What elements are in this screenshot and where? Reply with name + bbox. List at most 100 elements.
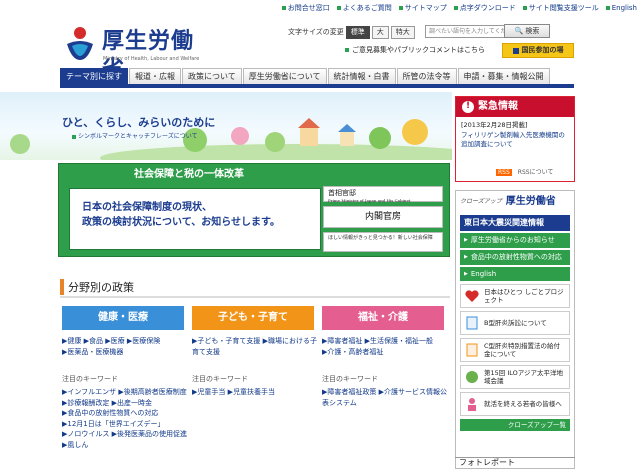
banner-youth[interactable]: 就活を終える若者の皆様へ (460, 392, 570, 417)
font-size-xlarge[interactable]: 特大 (390, 26, 415, 39)
banner-body-line1: 日本の社会保障制度の現状、 (82, 202, 212, 213)
kw-noro[interactable]: ノロウイルス (67, 430, 109, 438)
tab-stats[interactable]: 統計情報・白書 (327, 68, 396, 84)
search-icon: 🔍 (514, 26, 524, 35)
rss-icon[interactable]: RSS (496, 168, 512, 176)
emergency-header: ! 緊急情報 (456, 97, 574, 117)
kantei-link[interactable]: 首相官邸 Prime Minister of Japan and His Cab… (323, 186, 443, 203)
kw-radiation[interactable]: 食品中の放射性物質への対応 (67, 409, 158, 417)
tab-laws[interactable]: 所管の法令等 (396, 68, 457, 84)
closeup-panel: クローズアップ 厚生労働省 東日本大震災関連情報 厚生労働省からのお知らせ 食品… (455, 190, 575, 469)
font-size-label: 文字サイズの変更 (288, 28, 344, 36)
emergency-item[interactable]: フィリリゲン製剤輸入先医療機関の追加調査について (461, 131, 569, 149)
banner-hepc[interactable]: C型肝炎特別措置法の給付金について (460, 338, 570, 363)
tab-about[interactable]: 厚生労働省について (242, 68, 327, 84)
closeup-tag: クローズアップ (460, 198, 502, 206)
shakai-hosho-link[interactable]: ほしい情報がきっと見つかる！新しい社会保障 (323, 232, 443, 252)
hero-slogan: ひと、くらし、みらいのために (62, 116, 216, 129)
top-link-contact[interactable]: お問合せ窓口 (282, 2, 330, 14)
alert-icon: ! (462, 101, 474, 113)
closeup-button-notice[interactable]: 厚生労働省からのお知らせ (460, 233, 570, 248)
banner-hepc-text: C型肝炎特別措置法の給付金について (484, 342, 561, 359)
banner-ilo[interactable]: 第15回 ILOアジア太平洋地域会議 (460, 365, 570, 390)
closeup-title: 厚生労働省 (505, 195, 556, 207)
kw-fee[interactable]: 診療報酬改定 (67, 399, 109, 407)
link-medical[interactable]: 医療 (111, 337, 125, 345)
kw-child-support-allowance[interactable]: 児童扶養手当 (233, 388, 275, 396)
link-child-support[interactable]: 子ども・子育て支援 (197, 337, 260, 345)
opinion-link[interactable]: ご意見募集やパブリックコメントはこちら (345, 46, 485, 55)
kw-label-children: 注目のキーワード (192, 375, 248, 383)
banner-inner[interactable]: 日本の社会保障制度の現状、 政策の検討状況について、お知らせします。 (69, 188, 321, 250)
reform-banner[interactable]: 社会保障と税の一体改革 日本の社会保障制度の現状、 政策の検討状況について、お知… (58, 163, 450, 257)
site-logo[interactable]: 厚生労働省 Ministry of Health, Labour and Wel… (60, 22, 210, 82)
kw-birth[interactable]: 出産一時金 (117, 399, 152, 407)
link-insurance[interactable]: 医療保険 (132, 337, 160, 345)
heart-icon (465, 290, 479, 303)
category-children[interactable]: 子ども・子育て (192, 306, 314, 330)
banner-hepb-text: B型肝炎訴訟について (484, 319, 547, 328)
tab-apply[interactable]: 申請・募集・情報公開 (457, 68, 550, 84)
banner-shigoto-text: 日本はひとつ しごとプロジェクト (484, 288, 564, 305)
category-health[interactable]: 健康・医療 (62, 306, 184, 330)
kw-rubella[interactable]: 風しん (67, 441, 88, 449)
kw-aids[interactable]: 12月1日は「世界エイズデー」 (67, 420, 164, 428)
hero-symbol-link[interactable]: シンボルマークとキャッチフレーズについて (72, 133, 198, 141)
quake-heading[interactable]: 東日本大震災関連情報 (460, 215, 570, 231)
font-size-switcher: 文字サイズの変更 標準 大 特大 (288, 26, 415, 39)
welfare-links: ▶障害者福祉 ▶生活保護・福祉一般 ▶介護・高齢者福祉 (322, 337, 433, 356)
closeup-button-english[interactable]: English (460, 266, 570, 282)
kw-generic[interactable]: 後発医薬品の使用促進 (117, 430, 187, 438)
policy-title: 分野別の政策 (68, 281, 134, 294)
top-link-sitemap[interactable]: サイトマップ (399, 2, 447, 14)
top-link-english[interactable]: English (606, 2, 637, 14)
link-food[interactable]: 食品 (89, 337, 103, 345)
font-size-large[interactable]: 大 (371, 26, 389, 39)
link-drugs[interactable]: 医薬品・医療機器 (67, 348, 123, 356)
banner-hepb[interactable]: B型肝炎訴訟について (460, 311, 570, 336)
children-links: ▶子ども・子育て支援 ▶職場における子育て支援 (192, 337, 317, 356)
kw-child-allowance[interactable]: 児童手当 (197, 388, 225, 396)
top-link-braille[interactable]: 点字ダウンロード (454, 2, 516, 14)
top-link-tools[interactable]: サイト閲覧支援ツール (523, 2, 599, 14)
banner-title: 社会保障と税の一体改革 (134, 169, 244, 180)
heading-bar (60, 279, 64, 295)
person-icon (468, 398, 476, 412)
category-health-label: 健康・医療 (98, 311, 148, 323)
kw-disability-policy[interactable]: 障害者福祉政策 (327, 388, 376, 396)
doc-icon (466, 343, 478, 357)
kw-welfare: ▶障害者福祉政策 ▶介護サービス情報公表システム (322, 388, 447, 407)
kw-label-welfare: 注目のキーワード (322, 375, 378, 383)
main-nav: テーマ別に探す 報道・広報 政策について 厚生労働省について 統計情報・白書 所… (60, 68, 574, 88)
link-health[interactable]: 健康 (67, 337, 81, 345)
rss-about-link[interactable]: RSSについて (518, 169, 554, 177)
closeup-header: クローズアップ 厚生労働省 (456, 191, 574, 213)
banner-shigoto[interactable]: 日本はひとつ しごとプロジェクト (460, 284, 570, 309)
kokumin-button[interactable]: 国民参加の場 (502, 43, 574, 58)
photo-report-heading: フォトレポート (455, 457, 575, 469)
top-link-faq[interactable]: よくあるご質問 (337, 2, 392, 14)
font-size-standard[interactable]: 標準 (345, 26, 370, 39)
mhlw-logo-icon (67, 27, 93, 60)
closeup-button-food[interactable]: 食品中の放射性物質への対応 (460, 249, 570, 265)
tab-theme[interactable]: テーマ別に探す (60, 68, 128, 84)
kokumin-label: 国民参加の場 (521, 46, 564, 55)
tab-policy[interactable]: 政策について (182, 68, 242, 84)
closeup-more-link[interactable]: クローズアップ一覧 (460, 419, 570, 432)
kw-health: ▶インフルエンザ ▶後期高齢者医療制度 ▶診療報酬改定 ▶出産一時金 ▶食品中の… (62, 388, 187, 449)
banner-ilo-text: 第15回 ILOアジア太平洋地域会議 (484, 369, 564, 386)
doc-icon (466, 316, 478, 330)
link-elderly[interactable]: 介護・高齢者福祉 (327, 348, 383, 356)
kw-elderly-med[interactable]: 後期高齢者医療制度 (124, 388, 187, 396)
tab-press[interactable]: 報道・広報 (129, 68, 181, 84)
search-button-label: 検索 (525, 26, 540, 35)
emergency-title: 緊急情報 (478, 100, 518, 112)
kantei-en: Prime Minister of Japan and His Cabinet (328, 197, 411, 203)
search-button[interactable]: 🔍 検索 (504, 24, 550, 38)
link-welfare[interactable]: 生活保護・福祉一般 (370, 337, 433, 345)
link-disability[interactable]: 障害者福祉 (327, 337, 362, 345)
category-welfare[interactable]: 福祉・介護 (322, 306, 444, 330)
kw-flu[interactable]: インフルエンザ (67, 388, 116, 396)
banner-youth-text: 就活を終える若者の皆様へ (484, 400, 562, 409)
naikaku-link[interactable]: 内閣官房 (323, 206, 443, 228)
